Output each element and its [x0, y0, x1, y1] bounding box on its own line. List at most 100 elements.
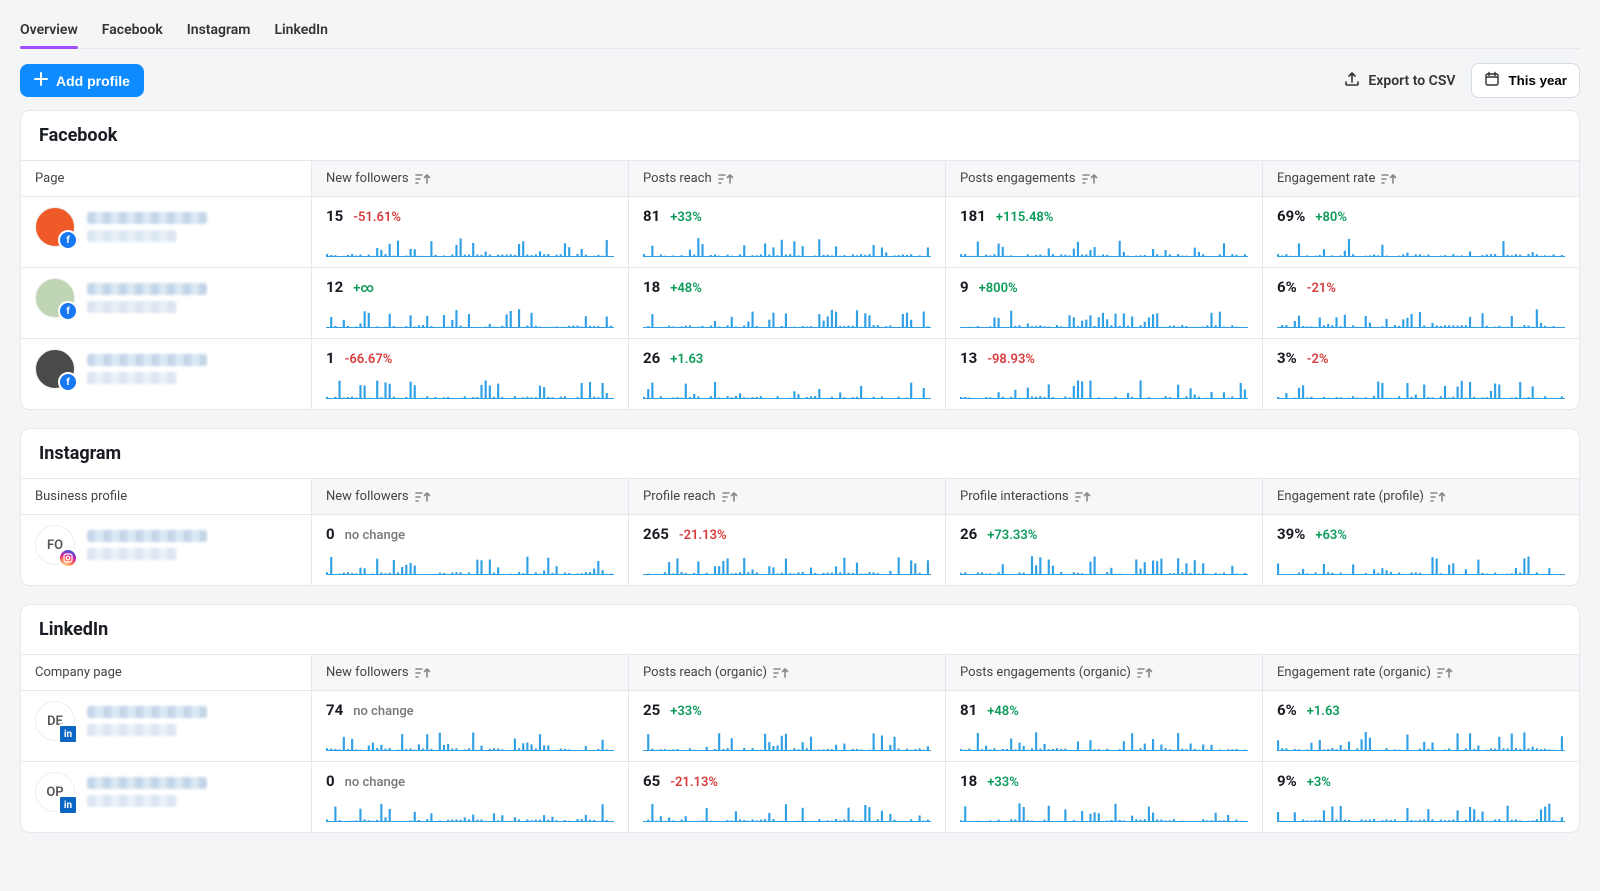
- column-header[interactable]: Engagement rate (profile): [1262, 479, 1579, 514]
- sort-icon[interactable]: [1437, 667, 1453, 679]
- column-header[interactable]: Profile interactions: [945, 479, 1262, 514]
- column-header[interactable]: New followers: [311, 479, 628, 514]
- table-header: Business profileNew followers Profile re…: [21, 478, 1579, 514]
- table-row: OPin0no change65-21.13%18+33%9%+3%: [21, 761, 1579, 832]
- metric-delta: -21.13%: [679, 528, 727, 543]
- tab-overview[interactable]: Overview: [20, 16, 78, 48]
- metric-value: 25: [643, 701, 660, 719]
- metric-delta: no change: [353, 704, 413, 719]
- add-profile-button[interactable]: Add profile: [20, 64, 144, 97]
- column-header[interactable]: Engagement rate: [1262, 161, 1579, 196]
- linkedin-icon: in: [58, 724, 78, 744]
- metric-cell: 74 no change: [311, 691, 628, 761]
- column-header-page[interactable]: Page: [21, 161, 311, 196]
- metric-value: 74: [326, 701, 343, 719]
- metric-value: 26: [643, 349, 660, 367]
- metric-delta: -51.61%: [353, 210, 401, 225]
- avatar: f: [35, 349, 75, 389]
- column-header[interactable]: Posts engagements (organic): [945, 655, 1262, 690]
- metric-cell: 25+33%: [628, 691, 945, 761]
- metric-delta: +∞: [353, 281, 374, 296]
- metric-value: 3%: [1277, 349, 1297, 367]
- column-header[interactable]: Posts reach: [628, 161, 945, 196]
- sort-icon[interactable]: [1075, 491, 1091, 503]
- table-header: PageNew followers Posts reach Posts enga…: [21, 160, 1579, 196]
- export-csv-button[interactable]: Export to CSV: [1344, 71, 1455, 91]
- sort-icon[interactable]: [415, 491, 431, 503]
- metric-cell: 6%+1.63: [1262, 691, 1579, 761]
- metric-value: 81: [643, 207, 660, 225]
- profile-subtitle-redacted: [87, 795, 177, 807]
- metric-cell: 9% +3%: [1262, 762, 1579, 832]
- metric-value: 1: [326, 349, 335, 367]
- profile-name-redacted: [87, 354, 207, 366]
- sort-icon[interactable]: [1082, 173, 1098, 185]
- column-header[interactable]: Profile reach: [628, 479, 945, 514]
- export-csv-label: Export to CSV: [1368, 73, 1455, 89]
- page-cell[interactable]: f: [21, 339, 311, 409]
- facebook-icon: f: [58, 301, 78, 321]
- metric-delta: -66.67%: [345, 352, 393, 367]
- tab-facebook[interactable]: Facebook: [102, 16, 163, 48]
- metric-delta: no change: [345, 775, 405, 790]
- metric-cell: 69%+80%: [1262, 197, 1579, 267]
- profile-name-redacted: [87, 212, 207, 224]
- metric-cell: 26+1.63: [628, 339, 945, 409]
- metric-cell: 0no change: [311, 515, 628, 585]
- facebook-icon: f: [58, 372, 78, 392]
- date-range-button[interactable]: This year: [1471, 63, 1580, 98]
- page-cell[interactable]: f: [21, 268, 311, 338]
- column-header[interactable]: Engagement rate (organic): [1262, 655, 1579, 690]
- column-header-page[interactable]: Company page: [21, 655, 311, 690]
- sort-icon[interactable]: [415, 173, 431, 185]
- tab-instagram[interactable]: Instagram: [187, 16, 251, 48]
- metric-value: 13: [960, 349, 977, 367]
- calendar-icon: [1484, 71, 1500, 90]
- page-cell[interactable]: f: [21, 197, 311, 267]
- facebook-icon: f: [58, 230, 78, 250]
- metric-delta: +115.48%: [996, 210, 1054, 225]
- page-cell[interactable]: DEin: [21, 691, 311, 761]
- avatar: DEin: [35, 701, 75, 741]
- column-header[interactable]: Posts engagements: [945, 161, 1262, 196]
- sort-icon[interactable]: [415, 667, 431, 679]
- page-cell[interactable]: OPin: [21, 762, 311, 832]
- profile-name-redacted: [87, 530, 207, 542]
- metric-cell: 26+73.33%: [945, 515, 1262, 585]
- profile-subtitle-redacted: [87, 230, 177, 242]
- sort-icon[interactable]: [1137, 667, 1153, 679]
- column-header-page[interactable]: Business profile: [21, 479, 311, 514]
- column-header[interactable]: New followers: [311, 161, 628, 196]
- metric-value: 18: [643, 278, 660, 296]
- metric-cell: 15-51.61%: [311, 197, 628, 267]
- page-cell[interactable]: FO: [21, 515, 311, 585]
- profile-name-redacted: [87, 706, 207, 718]
- avatar: f: [35, 278, 75, 318]
- instagram-icon: [58, 548, 78, 568]
- column-header[interactable]: Posts reach (organic): [628, 655, 945, 690]
- metric-value: 0: [326, 525, 335, 543]
- metric-cell: 265-21.13%: [628, 515, 945, 585]
- metric-value: 9%: [1277, 772, 1297, 790]
- date-range-label: This year: [1508, 73, 1567, 88]
- metric-value: 26: [960, 525, 977, 543]
- metric-value: 0: [326, 772, 335, 790]
- metric-delta: +1.63: [1307, 704, 1340, 719]
- profile-subtitle-redacted: [87, 301, 177, 313]
- metric-delta: +800%: [979, 281, 1018, 296]
- sort-icon[interactable]: [1381, 173, 1397, 185]
- sort-icon[interactable]: [1430, 491, 1446, 503]
- metric-value: 6%: [1277, 278, 1297, 296]
- column-header[interactable]: New followers: [311, 655, 628, 690]
- metric-value: 39%: [1277, 525, 1305, 543]
- metric-delta: +3%: [1307, 775, 1331, 790]
- metric-value: 69%: [1277, 207, 1305, 225]
- table-row: DEin74no change25+33%81+48%6%+1.63: [21, 690, 1579, 761]
- sort-icon[interactable]: [722, 491, 738, 503]
- metric-cell: 18+33%: [945, 762, 1262, 832]
- tab-linkedin[interactable]: LinkedIn: [274, 16, 328, 48]
- add-profile-label: Add profile: [56, 73, 130, 89]
- metric-cell: 181+115.48%: [945, 197, 1262, 267]
- sort-icon[interactable]: [718, 173, 734, 185]
- sort-icon[interactable]: [773, 667, 789, 679]
